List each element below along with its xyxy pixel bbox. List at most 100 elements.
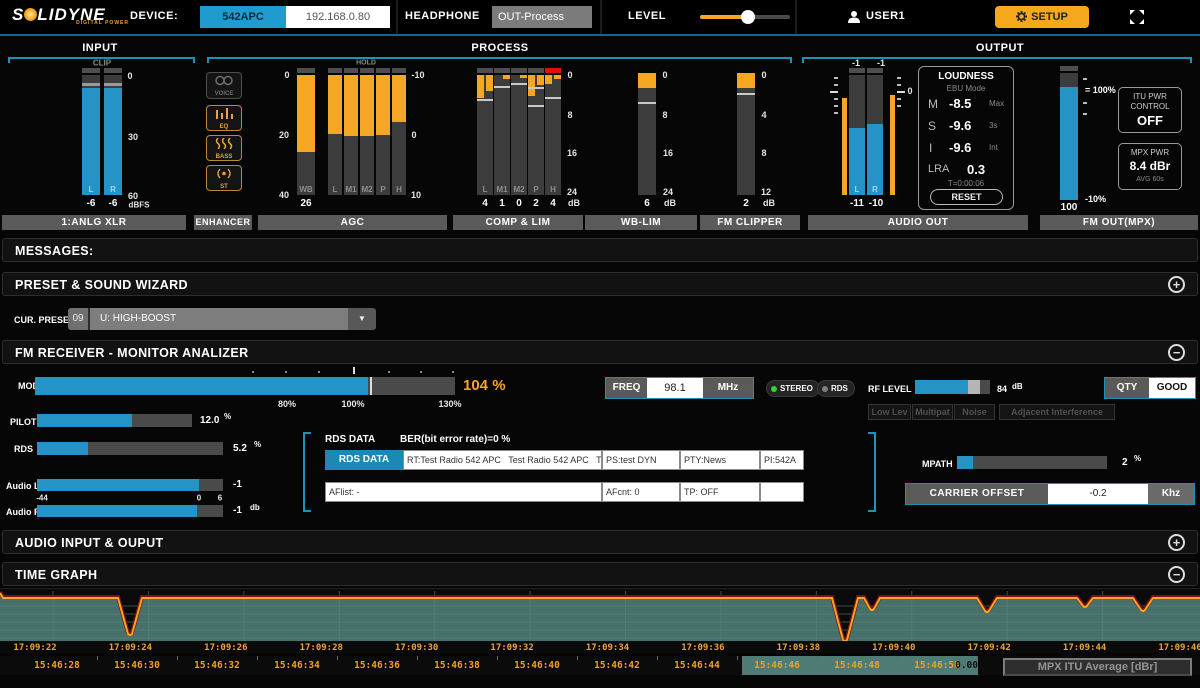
mhz-button[interactable]: MHz [703, 378, 753, 398]
itu-pwr-control[interactable]: ITU PWR CONTROL OFF [1118, 87, 1182, 133]
mpath-meter [957, 456, 1107, 469]
carrier-offset-value[interactable]: -0.2 [1048, 484, 1148, 504]
flag-multipath[interactable]: Multipat [912, 404, 953, 420]
meter-fill [537, 75, 544, 85]
ber-label: BER(bit error rate)=0 % [400, 434, 510, 445]
timeline-label: 15:46:28 [34, 660, 80, 671]
meter-fill [520, 75, 527, 78]
qty-button[interactable]: QTY [1105, 378, 1149, 398]
scale-label: 8 [761, 148, 766, 158]
expand-icon[interactable] [1168, 534, 1185, 551]
time-graph-plot: 17:09:2217:09:2417:09:2617:09:2817:09:30… [0, 588, 1200, 653]
rds-tp-field[interactable]: TP: OFF [680, 482, 760, 502]
meter-fill [554, 75, 561, 79]
enhancer-eq-button[interactable]: EQ [206, 105, 242, 131]
rds-aflist-field[interactable]: AFlist: - [325, 482, 602, 502]
logo-subtitle: DIGITAL POWER [76, 20, 129, 26]
rds-pty-field[interactable]: PTY:News [680, 450, 760, 470]
flag-low-lev[interactable]: Low Lev [868, 404, 911, 420]
rds-pi-field[interactable]: PI:542A [760, 450, 804, 470]
level-slider-thumb[interactable] [741, 10, 755, 24]
scale-label: 0 [907, 86, 912, 96]
timeline-tick [177, 656, 178, 660]
mod-meter [35, 377, 455, 395]
level-slider[interactable] [700, 15, 790, 19]
wblim-bar[interactable]: WB-LIM [585, 215, 697, 230]
rf-level-label: RF LEVEL [868, 384, 912, 394]
freq-group: FREQ 98.1 MHz [605, 377, 754, 399]
rds-data-button[interactable]: RDS DATA [325, 450, 403, 470]
time-graph-bar[interactable]: TIME GRAPH [2, 562, 1198, 586]
scale-label: 24 [567, 187, 577, 197]
enhancer-bass-button[interactable]: BASS [206, 135, 242, 161]
loudness-reset-button[interactable]: RESET [930, 189, 1003, 205]
clip-label: CLIP [93, 59, 111, 68]
tick [897, 98, 901, 100]
carrier-offset-button[interactable]: CARRIER OFFSET [906, 484, 1048, 504]
tick [834, 112, 838, 114]
freq-value-field[interactable]: 98.1 [647, 378, 703, 398]
hold-label: HOLD [356, 60, 376, 67]
preset-number: 09 [68, 308, 90, 330]
scale-unit: dB [568, 198, 580, 208]
device-ip-field[interactable]: 192.168.0.80 [286, 6, 390, 28]
meter-fill [297, 75, 315, 152]
preset-dropdown-button[interactable]: ▼ [348, 308, 376, 330]
comp-value: 0 [516, 198, 522, 209]
enhancer-st-button[interactable]: ST [206, 165, 242, 191]
collapse-icon[interactable] [1168, 344, 1185, 361]
enhancer-bar[interactable]: ENHANCER [194, 215, 252, 230]
audio-io-bar[interactable]: AUDIO INPUT & OUPUT [2, 530, 1198, 554]
user-name: USER1 [866, 10, 905, 22]
mpx-itu-average-button[interactable]: MPX ITU Average [dBr] [1003, 658, 1192, 676]
mpx-pwr-box: MPX PWR 8.4 dBr AVG 60s [1118, 143, 1182, 190]
scale-label: 0 [284, 70, 289, 80]
fullscreen-icon[interactable] [1130, 10, 1144, 24]
input-source-bar[interactable]: 1:ANLG XLR [2, 215, 186, 230]
collapse-icon[interactable] [1168, 566, 1185, 583]
expand-icon[interactable] [1168, 276, 1185, 293]
loudness-time: T=0:00:06 [919, 179, 1013, 188]
timeline-overlay-value: 0.00 [955, 660, 978, 671]
khz-button[interactable]: Khz [1148, 484, 1194, 504]
fm-receiver-bar[interactable]: FM RECEIVER - MONITOR ANALIZER [2, 340, 1198, 364]
headphone-select[interactable]: OUT-Process [492, 6, 592, 28]
rds-empty-field[interactable] [760, 482, 804, 502]
group-title-input: INPUT [82, 42, 118, 54]
meter-fill [392, 75, 406, 122]
rds-afcnt-field[interactable]: AFcnt: 0 [602, 482, 680, 502]
tick [897, 91, 905, 93]
pilot-meter [37, 414, 192, 427]
fm-out-mpx-bar[interactable]: FM OUT(MPX) [1040, 215, 1198, 230]
preset-select[interactable]: U: HIGH-BOOST [90, 308, 348, 330]
rds-panel-bracket-left [303, 432, 311, 512]
scale-label: 40 [279, 190, 289, 200]
comp-lim-bar[interactable]: COMP & LIM [453, 215, 583, 230]
agc-bar[interactable]: AGC [258, 215, 447, 230]
device-name-button[interactable]: 542APC [200, 6, 286, 28]
headphone-label: HEADPHONE [405, 10, 480, 22]
setup-button[interactable]: SETUP [995, 6, 1089, 28]
graph-time-label: 17:09:22 [13, 643, 56, 653]
freq-button[interactable]: FREQ [606, 378, 647, 398]
rds-ps-field[interactable]: PS:test DYN [602, 450, 680, 470]
flag-adjacent[interactable]: Adjacent Interference [999, 404, 1115, 420]
enhancer-voice-button[interactable]: VOICE [206, 72, 242, 99]
audio-scale-label: -44 [36, 494, 48, 503]
messages-bar[interactable]: MESSAGES: [2, 238, 1198, 262]
flag-noise[interactable]: Noise [954, 404, 995, 420]
agc-meter-m1: M1 [344, 68, 358, 195]
audio-r-meter [37, 505, 223, 517]
scale-label: 30 [128, 132, 138, 142]
fmclipper-bar[interactable]: FM CLIPPER [700, 215, 800, 230]
audioout-bar[interactable]: AUDIO OUT [808, 215, 1028, 230]
rds-rt-field[interactable]: RT:Test Radio 542 APC Test Radio 542 APC… [403, 450, 602, 470]
gear-icon [1016, 11, 1027, 22]
scale-label: -10 [411, 70, 424, 80]
agc-wb-value: 26 [300, 198, 311, 209]
loudness-s-value: -9.6 [949, 118, 971, 133]
bass-waves-icon [215, 138, 233, 149]
timeline-label: 15:46:42 [594, 660, 640, 671]
timeline-label: 15:46:30 [114, 660, 160, 671]
preset-wizard-bar[interactable]: PRESET & SOUND WIZARD [2, 272, 1198, 296]
